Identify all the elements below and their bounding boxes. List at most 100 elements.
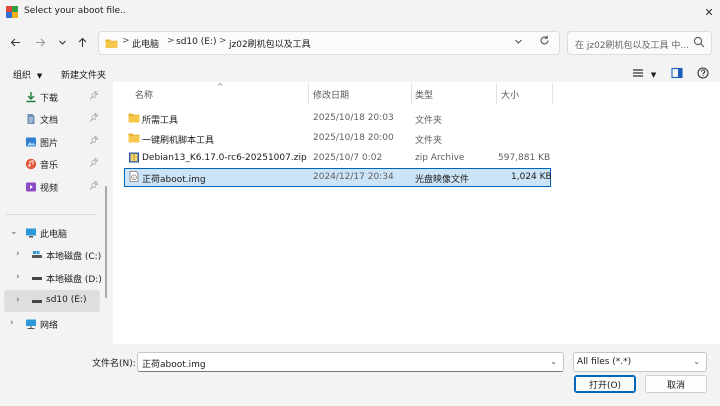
close-button[interactable]: ✕ — [698, 0, 720, 24]
zip-archive-icon — [129, 152, 139, 163]
column-header-size[interactable]: 大小 — [501, 88, 519, 101]
pin-icon: 📌︎ — [89, 181, 100, 190]
table-row[interactable]: Debian13_K6.17.0-rc6-20251007.zip 2025/1… — [124, 149, 551, 168]
chevron-right-icon[interactable]: › — [10, 318, 14, 328]
refresh-button[interactable] — [539, 35, 550, 49]
close-icon: ✕ — [704, 5, 714, 19]
file-type: zip Archive — [415, 153, 465, 163]
search-box[interactable]: 在 jz02刷机包以及工具 中... — [567, 31, 712, 55]
sidebar-scrollbar[interactable] — [105, 186, 107, 298]
refresh-icon — [540, 35, 549, 45]
recent-locations-button[interactable] — [53, 34, 71, 50]
pin-icon: 📌︎ — [89, 136, 100, 145]
network-icon — [26, 319, 36, 329]
sidebar-item-drive-e[interactable]: › sd10 (E:) — [4, 290, 100, 312]
window-title: Select your aboot file.. — [24, 6, 126, 16]
sidebar-item-this-pc[interactable]: ⌄ 此电脑 — [4, 222, 100, 244]
list-view-icon — [633, 69, 643, 77]
chevron-down-icon — [58, 40, 66, 45]
table-row-selected[interactable]: 正荷aboot.img 2024/12/17 20:34 光盘映像文件 1,02… — [124, 168, 552, 187]
sidebar-item-music[interactable]: 音乐 📌︎ — [4, 153, 100, 175]
address-history-button[interactable] — [514, 37, 523, 49]
pin-icon: 📌︎ — [89, 113, 100, 122]
organize-menu[interactable]: 组织 ▼ — [13, 68, 42, 81]
help-icon — [697, 67, 709, 79]
forward-button[interactable] — [31, 34, 49, 50]
file-size: 597,881 KB — [498, 153, 551, 163]
chevron-right-icon[interactable]: › — [16, 295, 20, 305]
chevron-down-icon[interactable]: ⌄ — [550, 357, 557, 366]
address-bar[interactable]: > 此电脑 > sd10 (E:) > jz02刷机包以及工具 — [98, 31, 560, 55]
sidebar-item-label: 图片 — [40, 139, 59, 149]
column-divider[interactable] — [496, 84, 497, 104]
column-divider[interactable] — [552, 84, 553, 104]
arrow-up-icon — [78, 37, 86, 47]
column-divider[interactable] — [411, 84, 412, 104]
breadcrumb-separator: > — [122, 36, 130, 46]
new-folder-button[interactable]: 新建文件夹 — [61, 68, 106, 81]
column-header-type[interactable]: 类型 — [415, 88, 433, 101]
file-name: 正荷aboot.img — [142, 175, 206, 185]
download-icon — [26, 92, 36, 103]
sidebar-item-pictures[interactable]: 图片 📌︎ — [4, 131, 100, 153]
sidebar-item-label: sd10 (E:) — [46, 295, 87, 305]
sidebar-item-drive-c[interactable]: › 本地磁盘 (C:) — [4, 244, 101, 266]
table-row[interactable]: 一键刷机脚本工具 2025/10/18 20:00 文件夹 — [124, 129, 551, 148]
sidebar-divider — [6, 214, 96, 215]
column-header-name[interactable]: 名称 — [135, 88, 153, 101]
back-button[interactable] — [6, 34, 24, 50]
breadcrumb-drive-e[interactable]: sd10 (E:) — [176, 37, 216, 47]
chevron-right-icon[interactable]: › — [16, 272, 20, 282]
filename-input[interactable]: 正荷aboot.img ⌄ — [137, 352, 564, 372]
sidebar-item-downloads[interactable]: 下载 📌︎ — [4, 86, 100, 108]
chevron-right-icon[interactable]: › — [16, 249, 20, 259]
sidebar-item-network[interactable]: › 网络 — [4, 313, 100, 335]
file-type-filter[interactable]: All files (*.*) ⌄ — [573, 352, 707, 372]
sidebar-item-documents[interactable]: 文档 📌︎ — [4, 108, 100, 130]
chevron-down-icon — [515, 39, 522, 44]
preview-pane-button[interactable] — [671, 67, 683, 82]
arrow-right-icon — [35, 38, 45, 46]
dropdown-arrow-icon: ▼ — [36, 72, 43, 80]
column-header-modified[interactable]: 修改日期 — [313, 88, 349, 101]
pin-icon: 📌︎ — [89, 158, 100, 167]
up-button[interactable] — [73, 34, 91, 50]
file-name: Debian13_K6.17.0-rc6-20251007.zip — [142, 153, 307, 163]
sidebar-item-videos[interactable]: 视频 📌︎ — [4, 176, 100, 198]
column-divider[interactable] — [308, 84, 309, 104]
disc-image-icon — [129, 171, 139, 182]
open-button[interactable]: 打开(O) — [574, 375, 636, 393]
file-type: 光盘映像文件 — [415, 175, 470, 185]
sidebar-item-label: 文档 — [40, 116, 59, 126]
folder-icon — [128, 133, 140, 143]
folder-icon — [128, 113, 140, 123]
file-modified: 2025/10/18 20:00 — [313, 133, 394, 143]
breadcrumb-separator: > — [219, 36, 227, 46]
chevron-down-icon: ⌄ — [693, 357, 700, 366]
sidebar-item-label: 本地磁盘 (D:) — [46, 275, 102, 285]
dropdown-arrow-icon: ▼ — [650, 71, 657, 79]
file-name: 所需工具 — [142, 116, 179, 126]
app-icon — [6, 6, 18, 18]
cancel-button[interactable]: 取消 — [645, 375, 707, 393]
search-placeholder: 在 jz02刷机包以及工具 中... — [575, 41, 689, 51]
music-icon — [25, 158, 37, 170]
organize-label: 组织 — [13, 71, 32, 81]
chevron-down-icon[interactable]: ⌄ — [10, 227, 18, 237]
table-row[interactable]: 所需工具 2025/10/18 20:03 文件夹 — [124, 109, 551, 128]
sidebar-item-label: 网络 — [40, 321, 59, 331]
file-type: 文件夹 — [415, 136, 443, 146]
sidebar-item-label: 音乐 — [40, 161, 59, 171]
file-size: 1,024 KB — [511, 172, 552, 182]
view-options-button[interactable]: ▼ — [632, 67, 656, 82]
navigation-bar: > 此电脑 > sd10 (E:) > jz02刷机包以及工具 在 jz02刷机… — [0, 28, 720, 56]
computer-icon — [26, 228, 36, 238]
document-icon — [27, 114, 35, 124]
drive-icon — [32, 277, 42, 280]
folder-icon — [105, 39, 118, 48]
drive-icon — [32, 251, 42, 258]
help-button[interactable] — [697, 67, 709, 82]
breadcrumb-this-pc[interactable]: 此电脑 — [132, 37, 159, 50]
sidebar-item-drive-d[interactable]: › 本地磁盘 (D:) — [4, 267, 102, 289]
breadcrumb-current-folder[interactable]: jz02刷机包以及工具 — [229, 37, 311, 50]
